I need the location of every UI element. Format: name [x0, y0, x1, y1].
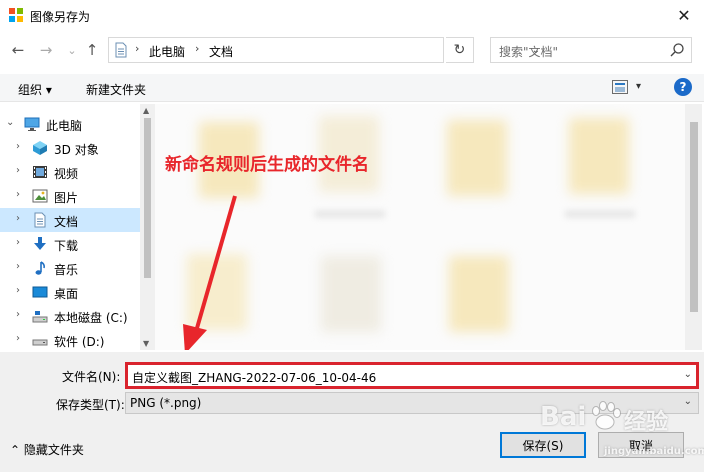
chevron-right-icon[interactable]: › — [16, 165, 20, 176]
address-bar[interactable]: › 此电脑 › 文档 ⌄ — [108, 37, 540, 63]
tree-item-music[interactable]: › 音乐 — [0, 256, 140, 280]
filetype-label: 保存类型(T): — [56, 398, 125, 412]
3d-objects-icon — [33, 141, 47, 155]
tree-item-3d-objects[interactable]: › 3D 对象 — [0, 136, 140, 160]
tree-item-downloads[interactable]: › 下载 — [0, 232, 140, 256]
command-toolbar: 组织 ▾ 新建文件夹 ▾ ? — [0, 74, 704, 102]
view-options-icon[interactable] — [612, 80, 628, 94]
refresh-button[interactable]: ↻ — [446, 37, 474, 63]
paw-icon — [592, 401, 621, 430]
chevron-right-icon[interactable]: › — [16, 285, 20, 296]
chevron-right-icon[interactable]: › — [16, 189, 20, 200]
tree-label: 3D 对象 — [54, 143, 99, 157]
download-icon — [34, 237, 46, 250]
watermark-brand: Bai — [540, 402, 587, 432]
chevron-down-icon[interactable]: ⌄ — [6, 117, 14, 128]
search-icon — [670, 43, 684, 57]
documents-icon — [115, 42, 127, 58]
tree-item-drive-c[interactable]: › 本地磁盘 (C:) — [0, 304, 140, 328]
chevron-right-icon: › — [195, 42, 200, 55]
back-button[interactable]: ← — [8, 40, 28, 60]
chevron-right-icon[interactable]: › — [16, 237, 20, 248]
chevron-up-icon: ⌃ — [10, 443, 24, 457]
desktop-icon — [32, 286, 48, 298]
breadcrumb-documents[interactable]: 文档 — [209, 43, 233, 60]
scrollbar-thumb[interactable] — [144, 118, 151, 278]
navigation-pane: ⌄ 此电脑 › 3D 对象 › 视频 › 图片 › 文档 › 下载 › 音乐 ›… — [0, 104, 155, 350]
window-title: 图像另存为 — [30, 10, 91, 24]
baidu-watermark: Bai 经验 jingyan.baidu.com — [540, 396, 704, 468]
scroll-up-icon[interactable]: ▲ — [143, 106, 149, 115]
chevron-right-icon[interactable]: › — [16, 141, 20, 152]
tree-item-desktop[interactable]: › 桌面 — [0, 280, 140, 304]
scroll-down-icon[interactable]: ▼ — [143, 339, 149, 348]
tree-label: 视频 — [54, 167, 79, 181]
hide-folders-label: 隐藏文件夹 — [23, 443, 84, 457]
documents-icon — [34, 212, 46, 228]
app-icon — [9, 8, 23, 22]
pictures-icon — [32, 189, 48, 203]
search-placeholder: 搜索"文档" — [499, 45, 559, 59]
annotation-arrow — [183, 195, 237, 350]
tree-label: 本地磁盘 (C:) — [54, 311, 128, 325]
filename-value[interactable]: 自定义截图_ZHANG-2022-07-06_10-04-46 — [132, 369, 376, 386]
content-scrollbar[interactable] — [685, 104, 702, 350]
video-icon — [33, 166, 47, 178]
chevron-right-icon[interactable]: › — [16, 213, 20, 224]
music-icon — [35, 261, 45, 275]
filetype-value: PNG (*.png) — [130, 396, 202, 410]
pc-icon — [24, 117, 40, 131]
watermark-suffix: 经验 — [624, 410, 669, 435]
navigation-bar: ← → ⌄ ↑ › 此电脑 › 文档 ⌄ ↻ 搜索"文档" — [0, 32, 704, 68]
filename-label: 文件名(N): — [62, 370, 121, 384]
sidebar-scrollbar[interactable]: ▲ ▼ — [140, 104, 155, 350]
tree-label: 软件 (D:) — [54, 335, 105, 349]
search-input[interactable]: 搜索"文档" — [490, 37, 692, 63]
tree-item-pictures[interactable]: › 图片 — [0, 184, 140, 208]
organize-menu[interactable]: 组织 ▾ — [18, 81, 52, 98]
scrollbar-thumb[interactable] — [690, 122, 698, 312]
filename-field[interactable]: 自定义截图_ZHANG-2022-07-06_10-04-46 ⌄ — [125, 362, 699, 389]
watermark-domain: jingyan.baidu.com — [604, 446, 704, 457]
drive-icon — [32, 311, 48, 323]
chevron-down-icon[interactable]: ▾ — [636, 81, 641, 92]
help-icon[interactable]: ? — [674, 78, 692, 96]
tree-label: 此电脑 — [46, 119, 83, 133]
tree-label: 桌面 — [54, 287, 79, 301]
chevron-right-icon[interactable]: › — [16, 309, 20, 320]
file-list[interactable]: 新命名规则后生成的文件名 — [155, 104, 685, 350]
tree-item-documents[interactable]: › 文档 — [0, 208, 140, 232]
tree-label: 文档 — [54, 215, 79, 229]
tree-label: 音乐 — [54, 263, 79, 277]
tree-label: 下载 — [54, 239, 79, 253]
forward-button[interactable]: → — [36, 40, 56, 60]
tree-item-videos[interactable]: › 视频 — [0, 160, 140, 184]
up-button[interactable]: ↑ — [82, 40, 102, 60]
recent-locations-button[interactable]: ⌄ — [62, 40, 82, 60]
tree-label: 图片 — [54, 191, 79, 205]
new-folder-button[interactable]: 新建文件夹 — [86, 81, 146, 98]
hide-folders-toggle[interactable]: ⌃ 隐藏文件夹 — [10, 441, 84, 458]
chevron-down-icon[interactable]: ⌄ — [684, 369, 692, 380]
tree-item-drive-d[interactable]: › 软件 (D:) — [0, 328, 140, 350]
title-bar: 图像另存为 ✕ — [0, 0, 704, 30]
breadcrumb-this-pc[interactable]: 此电脑 — [149, 43, 185, 60]
tree-item-this-pc[interactable]: ⌄ 此电脑 — [0, 112, 140, 136]
drive-icon — [32, 339, 48, 346]
chevron-right-icon[interactable]: › — [16, 261, 20, 272]
chevron-right-icon[interactable]: › — [16, 333, 20, 344]
chevron-right-icon: › — [135, 42, 140, 55]
close-button[interactable]: ✕ — [664, 0, 704, 30]
